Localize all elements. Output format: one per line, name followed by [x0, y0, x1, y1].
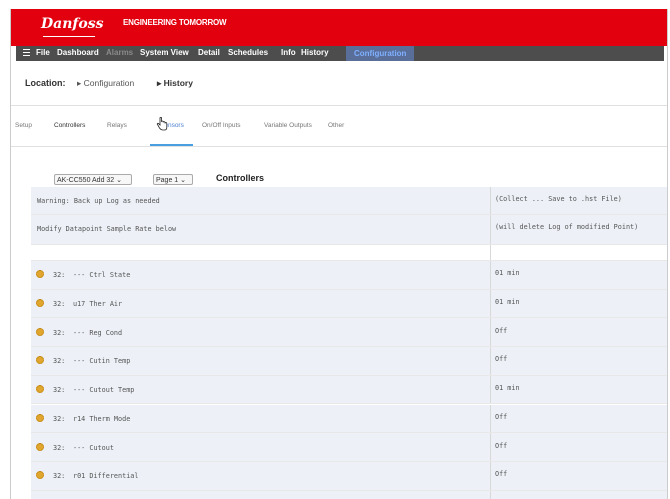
brand-tagline: ENGINEERING TOMORROW: [123, 18, 227, 27]
tab-variable-outputs[interactable]: Variable Outputs: [264, 122, 312, 129]
menu-configuration[interactable]: Configuration: [346, 46, 415, 61]
menu-detail[interactable]: Detail: [198, 48, 220, 57]
location-label: Location:: [25, 78, 66, 88]
gear-icon[interactable]: [36, 413, 44, 422]
menu-hamburger-icon[interactable]: [23, 49, 30, 57]
table-row[interactable]: 32: --- Cutout Off: [31, 433, 667, 462]
point-address: 32:: [53, 472, 66, 481]
brand-header: Danfoss ENGINEERING TOMORROW: [11, 9, 667, 46]
point-name: r14 Therm Mode: [73, 414, 131, 423]
breadcrumb-configuration-label: Configuration: [83, 78, 135, 88]
sample-rate-value[interactable]: Off: [495, 442, 507, 450]
section-title: Controllers: [216, 173, 265, 183]
menu-history[interactable]: History: [301, 48, 329, 57]
point-name: --- Cutout: [73, 443, 114, 452]
menu-alarms[interactable]: Alarms: [106, 48, 133, 57]
point-address: 32:: [53, 414, 66, 423]
menu-file[interactable]: File: [36, 48, 50, 57]
gear-icon[interactable]: [36, 270, 44, 279]
point-address: 32:: [53, 386, 66, 395]
table-row[interactable]: 32: u17 Ther Air 01 min: [31, 289, 667, 319]
gear-icon[interactable]: [36, 385, 44, 394]
logo-swoosh: [43, 36, 95, 37]
sample-rate-value[interactable]: 01 min: [495, 298, 520, 306]
point-address: 32:: [53, 300, 66, 309]
page-select[interactable]: Page 1 ⌄: [153, 174, 193, 185]
sample-rate-value[interactable]: Off: [495, 355, 507, 363]
menu-system-view[interactable]: System View: [140, 48, 189, 57]
chevron-down-icon: ⌄: [116, 177, 123, 184]
gear-icon[interactable]: [36, 356, 44, 365]
tab-on-off-inputs[interactable]: On/Off Inputs: [202, 122, 241, 129]
point-address: 32:: [53, 357, 66, 366]
point-address: 32:: [53, 443, 66, 452]
note-backup-warning: Warning: Back up Log as needed: [37, 197, 160, 205]
point-name: r01 Differential: [73, 472, 139, 481]
table-row[interactable]: 32: --- Cutout Temp 01 min: [31, 375, 667, 405]
note-row: Modify Datapoint Sample Rate below (will…: [31, 215, 667, 245]
sample-rate-value[interactable]: Off: [495, 327, 507, 335]
point-name: --- Reg Cond: [73, 328, 123, 337]
table-row[interactable]: 32: --- Cutin Temp Off: [31, 347, 667, 376]
point-name: u17 Ther Air: [73, 300, 123, 309]
gear-icon[interactable]: [36, 299, 44, 308]
breadcrumb-history-label: History: [163, 78, 193, 88]
note-delete-hint: (will delete Log of modified Point): [495, 223, 639, 231]
menu-dashboard[interactable]: Dashboard: [57, 48, 99, 57]
table-row[interactable]: 32: --- Reg Cond Off: [31, 318, 667, 348]
page-select-value: Page 1: [156, 177, 179, 184]
sample-rate-value[interactable]: 01 min: [495, 384, 520, 392]
sample-rate-value[interactable]: 01 min: [495, 269, 520, 277]
menu-schedules[interactable]: Schedules: [228, 48, 268, 57]
device-select-value: AK-CC550 Add 32: [57, 177, 115, 184]
app-frame: Danfoss ENGINEERING TOMORROW File Dashbo…: [10, 9, 668, 499]
gear-icon[interactable]: [36, 442, 44, 451]
gear-icon[interactable]: [36, 327, 44, 336]
tab-controllers[interactable]: Controllers: [54, 122, 85, 129]
point-address: 32:: [53, 271, 66, 280]
gear-icon[interactable]: [36, 471, 44, 480]
breadcrumb-configuration[interactable]: ▸ Configuration: [77, 78, 134, 89]
location-divider: [11, 105, 667, 106]
table-row[interactable]: 32:r02 Max CutoutOff: [31, 490, 667, 499]
note-modify-rate: Modify Datapoint Sample Rate below: [37, 225, 177, 233]
point-name: --- Cutin Temp: [73, 357, 131, 366]
sample-rate-value[interactable]: Off: [495, 413, 507, 421]
table-row[interactable]: 32: r01 Differential Off: [31, 461, 667, 491]
note-collect-hint: (Collect ... Save to .hst File): [495, 195, 622, 203]
point-name: --- Ctrl State: [73, 271, 131, 280]
table-row[interactable]: 32: r14 Therm Mode Off: [31, 404, 667, 434]
tab-setup[interactable]: Setup: [15, 122, 32, 129]
breadcrumb-history[interactable]: ▸ History: [157, 78, 193, 89]
table-row[interactable]: 32: --- Ctrl State 01 min: [31, 261, 667, 290]
spacer-row: [31, 245, 667, 261]
tab-divider: [11, 146, 667, 147]
tab-other[interactable]: Other: [328, 122, 344, 129]
tab-relays[interactable]: Relays: [107, 122, 127, 129]
chevron-down-icon: ⌄: [180, 177, 187, 184]
menu-info[interactable]: Info: [281, 48, 296, 57]
main-menu: File Dashboard Alarms System View Detail…: [16, 46, 664, 61]
hand-cursor-icon: [156, 117, 168, 131]
device-select[interactable]: AK-CC550 Add 32 ⌄: [54, 174, 132, 185]
sample-rate-value[interactable]: Off: [495, 470, 507, 478]
point-name: --- Cutout Temp: [73, 386, 135, 395]
point-address: 32:: [53, 328, 66, 337]
note-row: Warning: Back up Log as needed (Collect …: [31, 187, 667, 215]
